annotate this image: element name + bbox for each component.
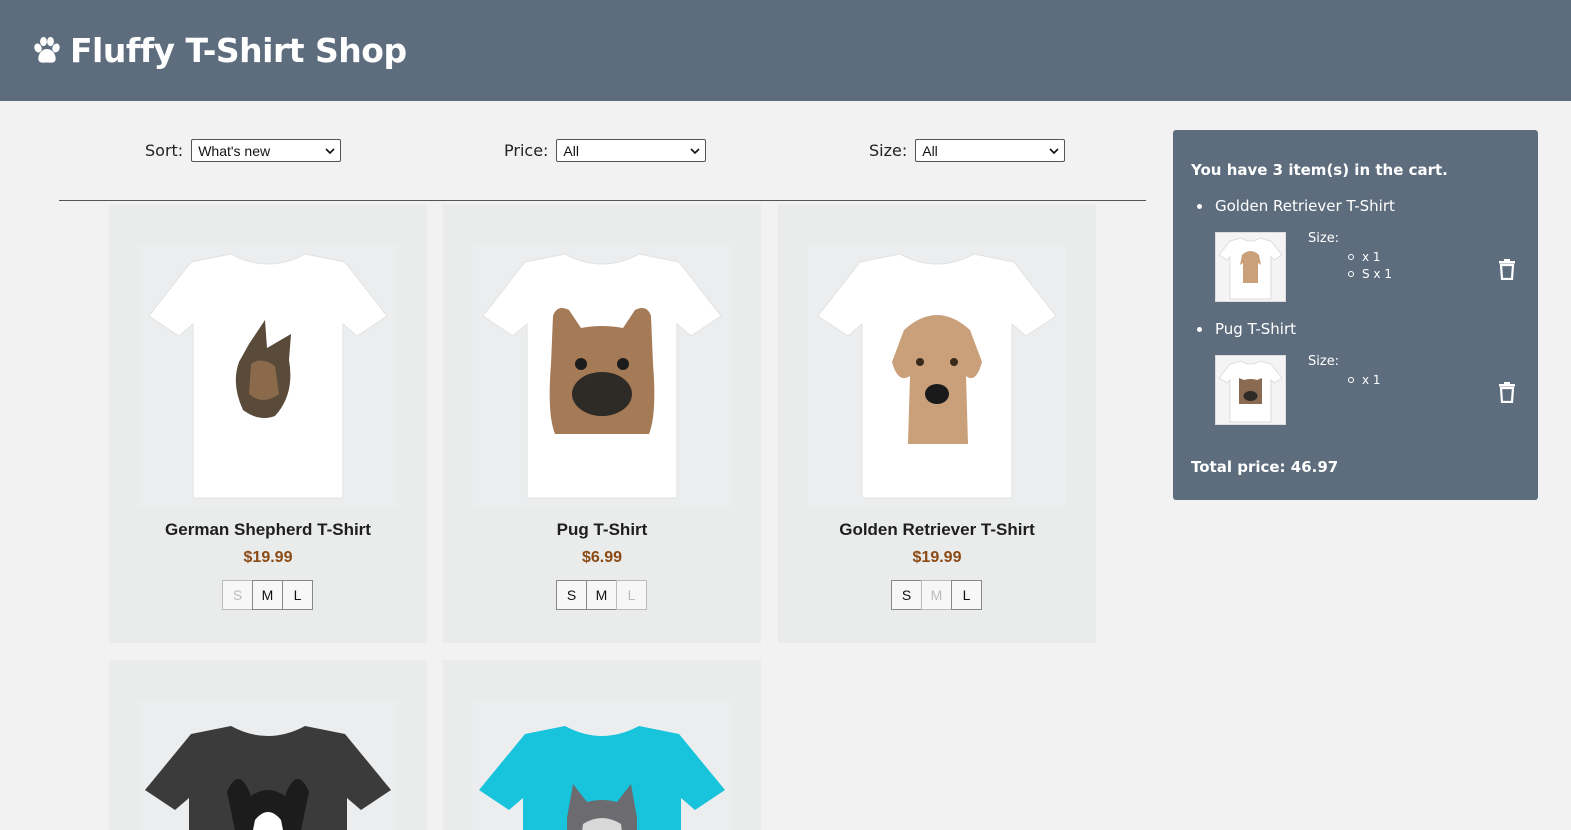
product-card[interactable] <box>443 660 761 830</box>
size-button-l[interactable]: L <box>282 580 313 610</box>
list-bullet <box>1197 204 1202 209</box>
product-card[interactable]: Pug T-Shirt $6.99 S M L <box>443 204 761 643</box>
cart-item-thumbnail <box>1215 355 1286 425</box>
trash-icon[interactable] <box>1498 382 1516 403</box>
trash-icon[interactable] <box>1498 259 1516 280</box>
tshirt-thumbnail <box>1218 360 1283 423</box>
size-buttons: S M L <box>778 580 1096 610</box>
tshirt-image <box>145 726 391 830</box>
filter-divider <box>59 200 1146 201</box>
cart-count: You have 3 item(s) in the cart. <box>1191 161 1448 179</box>
list-ring <box>1348 377 1354 383</box>
cart-item-size-label: Size: <box>1308 354 1340 369</box>
site-header: Fluffy T-Shirt Shop <box>0 0 1571 101</box>
product-price: $19.99 <box>912 549 962 566</box>
site-title: Fluffy T-Shirt Shop <box>70 31 407 70</box>
size-button-m[interactable]: M <box>921 580 952 610</box>
product-image[interactable] <box>473 244 731 508</box>
cart-item-size-entry: x 1 <box>1348 373 1381 387</box>
product-price: $6.99 <box>581 549 623 566</box>
size-button-l[interactable]: L <box>616 580 647 610</box>
sort-select[interactable]: What's new <box>191 139 342 162</box>
size-buttons: S M L <box>443 580 761 610</box>
cart-item-size-value: x 1 <box>1362 373 1381 387</box>
cart-item-name: Golden Retriever T-Shirt <box>1215 197 1395 215</box>
chevron-down-icon <box>690 147 700 154</box>
filter-bar: Sort: What's new Price: All Size: All <box>0 139 1160 163</box>
list-bullet <box>1197 327 1202 332</box>
cart-item-size-value: S x 1 <box>1362 267 1392 281</box>
product-card[interactable] <box>109 660 427 830</box>
cart-item-size-entry: S x 1 <box>1348 267 1392 281</box>
sort-label: Sort: <box>145 141 184 160</box>
size-filter: Size: All <box>869 139 1066 162</box>
product-name[interactable]: Golden Retriever T-Shirt <box>778 520 1096 540</box>
chevron-down-icon <box>1049 147 1059 154</box>
product-card[interactable]: German Shepherd T-Shirt $19.99 S M L <box>109 204 427 643</box>
size-select[interactable]: All <box>915 139 1066 162</box>
size-button-s[interactable]: S <box>222 580 253 610</box>
cart-item-size-value: x 1 <box>1362 250 1381 264</box>
product-price: $19.99 <box>243 549 293 566</box>
price-label: Price: <box>504 141 549 160</box>
product-card[interactable]: Golden Retriever T-Shirt $19.99 S M L <box>778 204 1096 643</box>
product-image[interactable] <box>139 244 397 508</box>
product-image[interactable] <box>473 700 731 830</box>
size-button-s[interactable]: S <box>556 580 587 610</box>
price-filter: Price: All <box>504 139 707 162</box>
cart-total-price: Total price: 46.97 <box>1191 458 1339 476</box>
size-buttons: S M L <box>109 580 427 610</box>
price-select[interactable]: All <box>556 139 707 162</box>
tshirt-image <box>482 253 722 499</box>
cart-item-thumbnail <box>1215 232 1286 302</box>
size-label: Size: <box>869 141 908 160</box>
sort-filter: Sort: What's new <box>145 139 342 162</box>
size-button-m[interactable]: M <box>252 580 283 610</box>
tshirt-thumbnail <box>1218 237 1283 300</box>
sort-select-value: What's new <box>198 142 271 159</box>
product-image[interactable] <box>808 244 1066 508</box>
size-select-value: All <box>922 142 938 159</box>
size-button-s[interactable]: S <box>891 580 922 610</box>
tshirt-image <box>148 253 388 499</box>
cart-panel: You have 3 item(s) in the cart. Golden R… <box>1173 130 1538 500</box>
list-ring <box>1348 271 1354 277</box>
paw-icon <box>34 36 60 63</box>
cart-item-size-entry: x 1 <box>1348 250 1381 264</box>
tshirt-image <box>817 253 1057 499</box>
price-select-value: All <box>563 142 579 159</box>
product-image[interactable] <box>139 700 397 830</box>
list-ring <box>1348 254 1354 260</box>
product-name[interactable]: German Shepherd T-Shirt <box>109 520 427 540</box>
tshirt-image <box>479 726 725 830</box>
size-button-m[interactable]: M <box>586 580 617 610</box>
size-button-l[interactable]: L <box>951 580 982 610</box>
product-name[interactable]: Pug T-Shirt <box>443 520 761 540</box>
chevron-down-icon <box>325 147 335 154</box>
cart-item-name: Pug T-Shirt <box>1215 320 1297 338</box>
cart-item-size-label: Size: <box>1308 231 1340 246</box>
